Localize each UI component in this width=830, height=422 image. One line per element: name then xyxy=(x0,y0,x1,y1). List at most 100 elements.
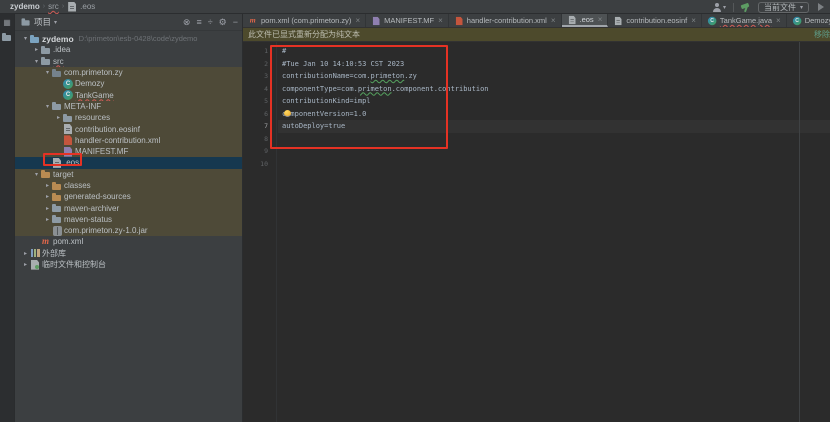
intention-bulb-icon[interactable] xyxy=(284,110,291,117)
project-panel-title[interactable]: 项目 xyxy=(34,16,51,28)
chevron-right-icon[interactable]: ▸ xyxy=(43,205,52,212)
line-number: 7 xyxy=(243,120,276,133)
text-editor[interactable]: 12345678910 ##Tue Jan 10 14:10:53 CST 20… xyxy=(243,42,830,422)
chevron-down-icon[interactable]: ▾ xyxy=(32,58,41,65)
tool-window-grid-icon[interactable]: ▦ xyxy=(2,18,12,28)
tree-item-临时文件和控制台[interactable]: ▸临时文件和控制台 xyxy=(15,259,242,270)
code-line-2[interactable]: #Tue Jan 10 14:10:53 CST 2023 xyxy=(278,58,830,71)
class-icon xyxy=(793,16,803,25)
file-text-icon xyxy=(52,158,64,168)
tree-item-label: .idea xyxy=(53,45,70,54)
code-line-1[interactable]: # xyxy=(278,45,830,58)
code-line-6[interactable]: componentVersion=1.0 xyxy=(278,108,830,121)
run-icon[interactable] xyxy=(816,2,826,12)
tab-manifest-mf[interactable]: MANIFEST.MF × xyxy=(366,14,449,27)
code-line-5[interactable]: contributionKind=impl xyxy=(278,95,830,108)
run-configuration-combo[interactable]: 当前文件 ▾ xyxy=(758,2,809,13)
file-text-icon xyxy=(63,124,75,134)
close-icon[interactable]: × xyxy=(355,16,360,25)
code-line-7[interactable]: autoDeploy=true xyxy=(278,120,830,133)
chevron-right-icon[interactable]: ▸ xyxy=(54,114,63,121)
tree-item-manifest-mf[interactable]: MANIFEST.MF xyxy=(15,146,242,157)
tab-pom-xml-com-primeton-zy[interactable]: pom.xml (com.primeton.zy) × xyxy=(243,14,366,27)
code-line-4[interactable]: componentType=com.primeton.component.con… xyxy=(278,83,830,96)
tab-eos[interactable]: .eos× xyxy=(562,14,609,27)
tree-item-zydemo[interactable]: ▾zydemoD:\primeton\esb-0428\code\zydemo xyxy=(15,33,242,44)
tree-item-label: META-INF xyxy=(64,102,101,111)
chevron-down-icon[interactable]: ▾ xyxy=(43,103,52,110)
project-tool-window-icon[interactable] xyxy=(2,32,12,42)
close-icon[interactable]: × xyxy=(551,16,556,25)
code-line-10[interactable] xyxy=(278,158,830,171)
class-icon xyxy=(708,16,718,25)
chevron-down-icon[interactable]: ▾ xyxy=(21,35,30,42)
tree-item-com-primeton-zy-1-0-jar[interactable]: com.primeton.zy-1.0.jar xyxy=(15,225,242,236)
tree-item-com-primeton-zy[interactable]: ▾ com.primeton.zy xyxy=(15,67,242,78)
code-line-3[interactable]: contributionName=com.primeton.zy xyxy=(278,70,830,83)
close-icon[interactable]: × xyxy=(776,16,781,25)
tree-item-maven-status[interactable]: ▸maven-status xyxy=(15,214,242,225)
settings-gear-icon[interactable]: ⚙ xyxy=(219,17,227,27)
tab-contribution-eosinf[interactable]: contribution.eosinf × xyxy=(608,14,702,27)
tree-item-meta-inf[interactable]: ▾ META-INF xyxy=(15,101,242,112)
tree-item-maven-archiver[interactable]: ▸maven-archiver xyxy=(15,202,242,213)
tab-handler-contribution-xml[interactable]: handler-contribution.xml× xyxy=(449,14,562,27)
tree-item-classes[interactable]: ▸classes xyxy=(15,180,242,191)
tree-item-pom-xml[interactable]: pom.xml xyxy=(15,236,242,247)
build-hammer-icon[interactable] xyxy=(741,2,751,12)
collapse-all-icon[interactable]: ÷ xyxy=(208,17,213,27)
tab-label: MANIFEST.MF xyxy=(384,16,434,25)
tree-item-label: src xyxy=(53,57,64,66)
tree-item-外部库[interactable]: ▸外部库 xyxy=(15,248,242,259)
code-line-9[interactable] xyxy=(278,145,830,158)
project-panel-header: 项目 ▾ ⊗ ≡ ÷ ⚙− xyxy=(15,14,242,31)
tree-item-target[interactable]: ▾target xyxy=(15,169,242,180)
tab-tankgame-java[interactable]: TankGame.java× xyxy=(702,14,787,27)
tree-item-label: MANIFEST.MF xyxy=(75,147,128,156)
chevron-right-icon[interactable]: ▸ xyxy=(21,250,30,257)
project-view-icon xyxy=(22,18,31,27)
hide-panel-icon[interactable]: − xyxy=(233,17,238,27)
tree-item-label: contribution.eosinf xyxy=(75,125,140,134)
breadcrumb-item-zydemo[interactable]: zydemo xyxy=(10,2,40,11)
close-icon[interactable]: × xyxy=(598,15,603,24)
code-line-8[interactable] xyxy=(278,133,830,146)
banner-action-link[interactable]: 移除关联 xyxy=(814,29,830,40)
tree-item-demozy[interactable]: Demozy xyxy=(15,78,242,89)
user-menu[interactable]: ▾ xyxy=(712,2,726,12)
chevron-down-icon[interactable]: ▾ xyxy=(43,69,52,76)
chevron-down-icon: ▾ xyxy=(54,19,57,26)
chevron-right-icon[interactable]: ▸ xyxy=(32,46,41,53)
tree-item-contribution-eosinf[interactable]: contribution.eosinf xyxy=(15,123,242,134)
code-text: contributionKind=impl xyxy=(282,97,371,105)
tab-demozy-java[interactable]: Demozy.java× xyxy=(787,14,830,27)
line-number: 6 xyxy=(243,108,276,121)
tree-item-src[interactable]: ▾ src xyxy=(15,56,242,67)
folder-icon xyxy=(63,113,75,123)
scratches-icon xyxy=(30,260,42,270)
expand-all-icon[interactable]: ≡ xyxy=(196,17,201,27)
tree-item-label: com.primeton.zy xyxy=(64,68,123,77)
tab-label: contribution.eosinf xyxy=(626,16,687,25)
panel-header-icons: ⊗ ≡ ÷ ⚙− xyxy=(183,17,238,27)
tree-item-idea[interactable]: ▸ .idea xyxy=(15,44,242,55)
tree-item-tankgame[interactable]: TankGame xyxy=(15,89,242,100)
chevron-right-icon[interactable]: ▸ xyxy=(43,216,52,223)
breadcrumb-item-src[interactable]: src xyxy=(48,2,59,11)
chevron-down-icon[interactable]: ▾ xyxy=(32,171,41,178)
tree-item-resources[interactable]: ▸resources xyxy=(15,112,242,123)
tree-item-eos[interactable]: .eos xyxy=(15,157,242,168)
locate-file-icon[interactable]: ⊗ xyxy=(183,17,191,27)
close-icon[interactable]: × xyxy=(438,16,443,25)
tree-item-handler-contribution-xml[interactable]: handler-contribution.xml xyxy=(15,135,242,146)
tab-label: pom.xml (com.primeton.zy) xyxy=(261,16,351,25)
line-number: 5 xyxy=(243,95,276,108)
chevron-right-icon[interactable]: ▸ xyxy=(43,182,52,189)
editor-tab-bar: pom.xml (com.primeton.zy)×MANIFEST.MF×ha… xyxy=(243,14,830,28)
editor-code[interactable]: ##Tue Jan 10 14:10:53 CST 2023contributi… xyxy=(278,42,830,422)
chevron-right-icon[interactable]: ▸ xyxy=(43,193,52,200)
close-icon[interactable]: × xyxy=(691,16,696,25)
chevron-right-icon[interactable]: ▸ xyxy=(21,261,30,268)
breadcrumb-item-eos[interactable]: .eos xyxy=(80,2,95,11)
tree-item-generated-sources[interactable]: ▸generated-sources xyxy=(15,191,242,202)
